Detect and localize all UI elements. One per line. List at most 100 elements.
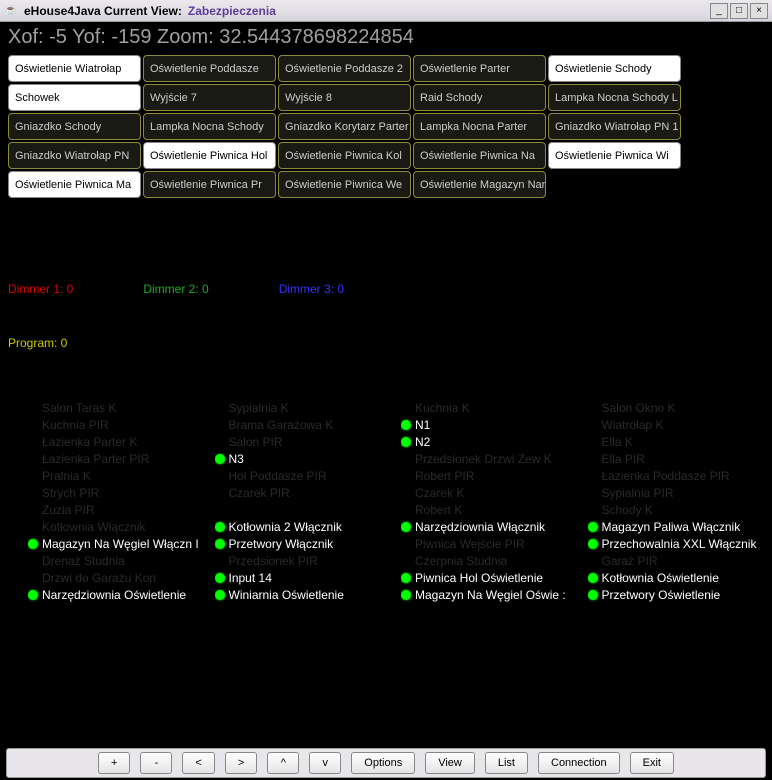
output-button[interactable]: Lampka Nocna Parter (413, 113, 546, 140)
status-label: Zuzia PIR (42, 503, 95, 517)
status-item[interactable]: Schody K (588, 502, 765, 517)
pan-down-button[interactable]: v (309, 752, 341, 774)
status-item[interactable]: Input 14 (215, 570, 392, 585)
status-item[interactable]: Winiarnia Oświetlenie (215, 587, 392, 602)
status-item[interactable]: Strych PIR (28, 485, 205, 500)
status-item[interactable]: Piwnica Wejście PIR (401, 536, 578, 551)
status-item[interactable]: N1 (401, 417, 578, 432)
output-button[interactable]: Oświetlenie Wiatrołap (8, 55, 141, 82)
status-item[interactable]: Hol Poddasze PIR (215, 468, 392, 483)
status-item[interactable]: Brama Garażowa K (215, 417, 392, 432)
status-item[interactable]: Ella PIR (588, 451, 765, 466)
status-item[interactable]: Garaż PIR (588, 553, 765, 568)
close-button[interactable]: × (750, 3, 768, 19)
status-item[interactable]: Zuzia PIR (28, 502, 205, 517)
output-button[interactable]: Oświetlenie Parter (413, 55, 546, 82)
status-item[interactable]: Łazienka Poddasze PIR (588, 468, 765, 483)
output-button[interactable]: Schowek (8, 84, 141, 111)
output-button[interactable]: Raid Schody (413, 84, 546, 111)
output-button[interactable]: Oświetlenie Piwnica Hol (143, 142, 276, 169)
output-button[interactable]: Gniazdko Korytarz Parter (278, 113, 411, 140)
output-button-label: Oświetlenie Piwnica Pr (150, 179, 262, 191)
status-item[interactable]: Przetwory Włącznik (215, 536, 392, 551)
status-item[interactable]: Przedsionek PIR (215, 553, 392, 568)
output-button[interactable]: Oświetlenie Piwnica Na (413, 142, 546, 169)
status-grid: Salon Taras K Kuchnia PIR Łazienka Parter … (8, 350, 764, 602)
zoom-in-button[interactable]: + (98, 752, 130, 774)
output-button-label: Oświetlenie Piwnica Ma (15, 179, 131, 191)
status-item[interactable] (215, 502, 392, 517)
status-item[interactable]: Salon Okno K (588, 400, 765, 415)
status-item[interactable]: Kotłownia 2 Włącznik (215, 519, 392, 534)
output-button[interactable]: Oświetlenie Piwnica Ma (8, 171, 141, 198)
status-item[interactable]: Salon PIR (215, 434, 392, 449)
status-item[interactable]: Kuchnia PIR (28, 417, 205, 432)
status-label: Narzędziownia Oświetlenie (42, 588, 186, 602)
status-item[interactable]: Przetwory Oświetlenie (588, 587, 765, 602)
zoom-out-button[interactable]: - (140, 752, 172, 774)
status-item[interactable]: Piwnica Hol Oświetlenie (401, 570, 578, 585)
status-item[interactable]: Łazienka Parter K (28, 434, 205, 449)
output-button-label: Oświetlenie Parter (420, 63, 510, 75)
status-label: N2 (415, 435, 430, 449)
connection-button[interactable]: Connection (538, 752, 620, 774)
output-button[interactable]: Wyjście 8 (278, 84, 411, 111)
status-item[interactable]: Drenaż Studnia (28, 553, 205, 568)
pan-right-button[interactable]: > (225, 752, 257, 774)
status-item[interactable]: Drzwi do Garażu Kon (28, 570, 205, 585)
status-item[interactable]: Kotłownia Włącznik (28, 519, 205, 534)
output-button[interactable]: Oświetlenie Piwnica We (278, 171, 411, 198)
output-button-label: Lampka Nocna Schody L (555, 92, 678, 104)
output-button[interactable]: Oświetlenie Magazyn Narzędzia (413, 171, 546, 198)
output-button[interactable]: Gniazdko Wiatrołap PN (8, 142, 141, 169)
output-button[interactable]: Oświetlenie Piwnica Pr (143, 171, 276, 198)
status-item[interactable]: Czerpnia Studnia (401, 553, 578, 568)
output-button[interactable]: Oświetlenie Poddasze 2 (278, 55, 411, 82)
status-item[interactable]: Ella K (588, 434, 765, 449)
output-button[interactable]: Oświetlenie Schody (548, 55, 681, 82)
output-button[interactable]: Wyjście 7 (143, 84, 276, 111)
view-button[interactable]: View (425, 752, 475, 774)
status-item[interactable]: Łazienka Parter PIR (28, 451, 205, 466)
status-item[interactable]: Kotłownia Oświetlenie (588, 570, 765, 585)
list-button[interactable]: List (485, 752, 528, 774)
output-button[interactable]: Oświetlenie Piwnica Kol (278, 142, 411, 169)
options-button[interactable]: Options (351, 752, 415, 774)
exit-button[interactable]: Exit (630, 752, 674, 774)
status-item[interactable]: N2 (401, 434, 578, 449)
status-item[interactable]: Narzędziownia Włącznik (401, 519, 578, 534)
status-item[interactable]: N3 (215, 451, 392, 466)
status-item[interactable]: Narzędziownia Oświetlenie (28, 587, 205, 602)
status-label: Kotłownia Włącznik (42, 520, 145, 534)
status-item[interactable]: Czarek K (401, 485, 578, 500)
status-item[interactable]: Salon Taras K (28, 400, 205, 415)
status-item[interactable]: Robert PIR (401, 468, 578, 483)
status-item[interactable]: Przechowalnia XXL Włącznik (588, 536, 765, 551)
output-button[interactable]: Oświetlenie Poddasze (143, 55, 276, 82)
output-button[interactable]: Lampka Nocna Schody L (548, 84, 681, 111)
status-item[interactable]: Przedsionek Drzwi Zew K (401, 451, 578, 466)
status-label: Przedsionek PIR (229, 554, 318, 568)
status-item[interactable]: Wiatrołap K (588, 417, 765, 432)
status-item[interactable]: Robert K (401, 502, 578, 517)
pan-up-button[interactable]: ^ (267, 752, 299, 774)
output-button[interactable]: Lampka Nocna Schody (143, 113, 276, 140)
status-dot-icon (28, 590, 38, 600)
output-button[interactable]: Oświetlenie Piwnica Wi (548, 142, 681, 169)
status-label: Hol Poddasze PIR (229, 469, 327, 483)
status-item[interactable]: Czarek PIR (215, 485, 392, 500)
status-label: Kotłownia 2 Włącznik (229, 520, 342, 534)
status-item[interactable]: Kuchnia K (401, 400, 578, 415)
minimize-button[interactable]: _ (710, 3, 728, 19)
status-label: Salon PIR (229, 435, 283, 449)
status-item[interactable]: Magazyn Na Węgiel Oświe : (401, 587, 578, 602)
status-item[interactable]: Pralnia K (28, 468, 205, 483)
status-item[interactable]: Sypialnia PIR (588, 485, 765, 500)
output-button[interactable]: Gniazdko Wiatrołap PN 1 (548, 113, 681, 140)
status-item[interactable]: Magazyn Paliwa Włącznik (588, 519, 765, 534)
output-button[interactable]: Gniazdko Schody (8, 113, 141, 140)
status-item[interactable]: Sypialnia K (215, 400, 392, 415)
maximize-button[interactable]: □ (730, 3, 748, 19)
status-item[interactable]: Magazyn Na Węgiel Włączn I (28, 536, 205, 551)
pan-left-button[interactable]: < (182, 752, 214, 774)
